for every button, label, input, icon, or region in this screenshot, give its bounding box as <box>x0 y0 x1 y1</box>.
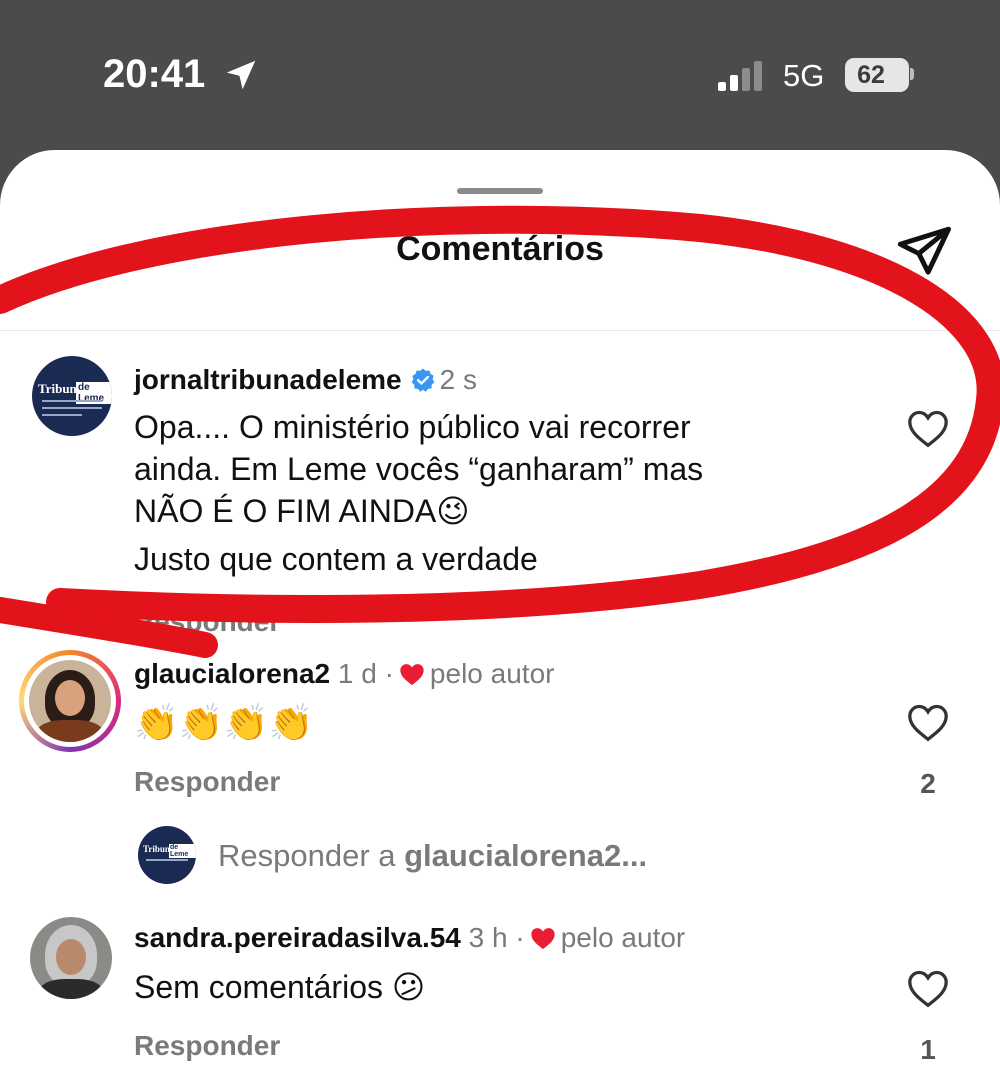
avatar-logo-line <box>42 407 102 409</box>
signal-icon <box>718 61 762 91</box>
avatar-face <box>56 939 86 975</box>
drag-handle[interactable] <box>457 188 543 194</box>
comment-meta: glaucialorena2 1 d · pelo autor <box>134 658 554 690</box>
liked-by-author: pelo autor <box>560 922 686 953</box>
reply-input[interactable]: Responder a glaucialorena2... <box>218 838 647 874</box>
liked-by-author: pelo autor <box>429 658 555 689</box>
avatar-logo-line <box>146 859 188 861</box>
comment-username[interactable]: jornaltribunadeleme <box>134 364 402 395</box>
comment-line: Justo que contem a verdade <box>134 541 538 577</box>
avatar[interactable] <box>29 660 111 742</box>
avatar[interactable] <box>30 917 112 999</box>
avatar-body <box>37 720 103 742</box>
reply-button[interactable]: Responder <box>134 766 280 798</box>
avatar-logo-badge: de Leme <box>169 844 196 858</box>
reply-prefix: Responder a <box>218 838 405 873</box>
comment-line: ainda. Em Leme vocês “ganharam” mas <box>134 451 704 487</box>
comment-time: 1 d <box>337 658 377 689</box>
battery-tip <box>910 68 914 80</box>
avatar[interactable]: Tribuna de Leme <box>32 356 112 436</box>
avatar-face <box>55 680 85 716</box>
comment-time: 2 s <box>439 364 477 395</box>
avatar: Tribuna de Leme <box>138 826 196 884</box>
verified-badge-icon <box>411 368 434 392</box>
comment-text: 👏👏👏👏 <box>134 702 314 743</box>
heart-icon[interactable] <box>906 702 950 742</box>
comment-time: 3 h <box>468 922 508 953</box>
comment-meta: jornaltribunadeleme 2 s <box>134 364 477 396</box>
comment-meta: sandra.pereiradasilva.54 3 h · pelo autor <box>134 922 685 954</box>
comment-text: Opa.... O ministério público vai recorre… <box>134 406 703 580</box>
share-icon[interactable] <box>893 222 955 284</box>
battery-level: 62 <box>857 61 885 89</box>
reply-button[interactable]: Responder <box>134 606 280 638</box>
status-bar: 20:41 5G 62 <box>0 0 1000 150</box>
avatar-body <box>40 979 102 999</box>
comments-sheet: Comentários Tribuna de Leme jornaltribun… <box>0 150 1000 1090</box>
sheet-title: Comentários <box>396 230 604 268</box>
heart-icon[interactable] <box>906 408 950 448</box>
reply-button[interactable]: Responder <box>134 1030 280 1062</box>
location-arrow-icon <box>226 60 256 90</box>
comment-text: Sem comentários 😕 <box>134 969 426 1005</box>
battery-indicator: 62 <box>845 58 909 92</box>
reply-target: glaucialorena2... <box>404 838 648 873</box>
heart-icon <box>400 664 424 686</box>
header-divider <box>0 330 1000 331</box>
comment-line: Opa.... O ministério público vai recorre… <box>134 409 691 445</box>
like-count: 2 <box>920 768 936 799</box>
like-count: 1 <box>920 1034 936 1065</box>
heart-icon[interactable] <box>906 968 950 1008</box>
comment-username[interactable]: sandra.pereiradasilva.54 <box>134 922 461 953</box>
meta-separator: · <box>515 922 525 953</box>
heart-icon <box>531 928 555 950</box>
comment-line: NÃO É O FIM AINDA😉 <box>134 493 470 529</box>
network-label: 5G <box>783 58 825 93</box>
avatar-logo-line <box>42 414 82 416</box>
clock: 20:41 <box>103 52 206 96</box>
meta-separator: · <box>384 658 394 689</box>
avatar-logo-line <box>42 400 102 402</box>
comment-username[interactable]: glaucialorena2 <box>134 658 330 689</box>
